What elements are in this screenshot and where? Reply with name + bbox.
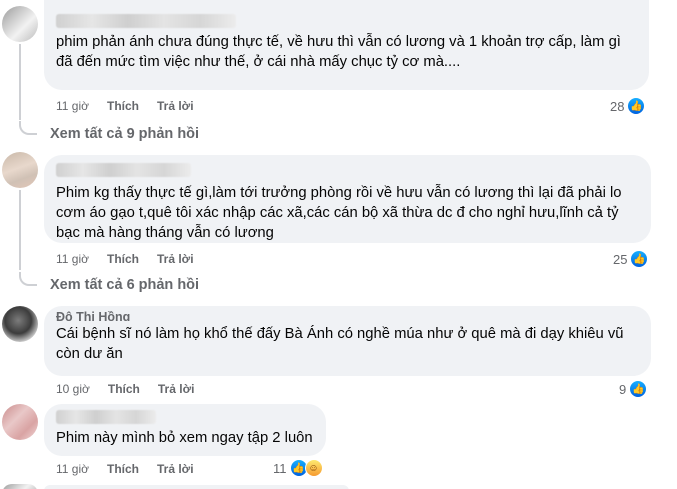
reply-button[interactable]: Trả lời bbox=[157, 462, 194, 476]
comment-time[interactable]: 11 giờ bbox=[56, 252, 89, 266]
comment-time[interactable]: 11 giờ bbox=[56, 99, 89, 113]
reaction-number: 9 bbox=[619, 381, 627, 397]
comment-text: Cái bệnh sĩ nó làm họ khổ thế đấy Bà Ánh… bbox=[56, 326, 624, 362]
avatar[interactable] bbox=[2, 404, 38, 440]
reaction-count[interactable]: 9 👍 bbox=[619, 380, 648, 398]
comment-actions: 11 giờ Thích Trả lời bbox=[56, 252, 194, 266]
comment-bubble: Đỗ Thị Hồng Cái bệnh sĩ nó làm họ khổ th… bbox=[44, 306, 651, 376]
comment-actions: 10 giờ Thích Trả lời bbox=[56, 382, 194, 396]
comment-bubble-partial bbox=[44, 485, 349, 489]
author-name-redacted[interactable] bbox=[56, 163, 191, 177]
view-replies-link[interactable]: Xem tất cả 6 phản hồi bbox=[50, 277, 199, 293]
reply-button[interactable]: Trả lời bbox=[157, 99, 194, 113]
reaction-count[interactable]: 11 👍 ☺ bbox=[273, 459, 323, 477]
avatar[interactable] bbox=[2, 306, 38, 342]
comment-bubble: Phim kg thấy thực tế gì,làm tới trưởng p… bbox=[44, 155, 651, 243]
comment-time[interactable]: 10 giờ bbox=[56, 382, 90, 396]
like-icon: 👍 bbox=[630, 250, 649, 268]
reaction-count[interactable]: 25 👍 bbox=[613, 250, 649, 268]
like-button[interactable]: Thích bbox=[108, 382, 140, 396]
like-button[interactable]: Thích bbox=[107, 99, 139, 113]
avatar[interactable] bbox=[2, 484, 38, 489]
reaction-number: 25 bbox=[613, 251, 628, 267]
comment-actions: 11 giờ Thích Trả lời bbox=[56, 462, 194, 476]
reaction-count[interactable]: 28 👍 bbox=[610, 97, 646, 115]
thread-connector bbox=[19, 121, 37, 135]
thread-line bbox=[19, 44, 21, 120]
reaction-number: 28 bbox=[610, 98, 625, 114]
like-button[interactable]: Thích bbox=[107, 462, 139, 476]
comment-text: Phim này mình bỏ xem ngay tập 2 luôn bbox=[56, 430, 313, 446]
comment-time[interactable]: 11 giờ bbox=[56, 462, 89, 476]
view-replies-link[interactable]: Xem tất cả 9 phản hồi bbox=[50, 126, 199, 142]
reaction-number: 11 bbox=[273, 460, 287, 476]
avatar[interactable] bbox=[2, 6, 38, 42]
thread-line bbox=[19, 190, 21, 270]
reply-button[interactable]: Trả lời bbox=[157, 252, 194, 266]
haha-icon: ☺ bbox=[304, 459, 323, 477]
like-icon: 👍 bbox=[627, 97, 646, 115]
comment-bubble: Phim này mình bỏ xem ngay tập 2 luôn bbox=[44, 404, 326, 456]
avatar[interactable] bbox=[2, 152, 38, 188]
reply-button[interactable]: Trả lời bbox=[158, 382, 195, 396]
author-name[interactable]: Đỗ Thị Hồng bbox=[56, 311, 639, 321]
comment-text: Phim kg thấy thực tế gì,làm tới trưởng p… bbox=[56, 185, 622, 241]
thread-connector bbox=[19, 272, 37, 286]
comment-text: phim phản ánh chưa đúng thực tế, về hưu … bbox=[56, 34, 621, 70]
author-name-redacted[interactable] bbox=[56, 14, 236, 28]
comment-actions: 11 giờ Thích Trả lời bbox=[56, 99, 194, 113]
comment-bubble: phim phản ánh chưa đúng thực tế, về hưu … bbox=[44, 0, 649, 90]
like-button[interactable]: Thích bbox=[107, 252, 139, 266]
like-icon: 👍 bbox=[629, 380, 648, 398]
author-name-redacted[interactable] bbox=[56, 410, 156, 424]
